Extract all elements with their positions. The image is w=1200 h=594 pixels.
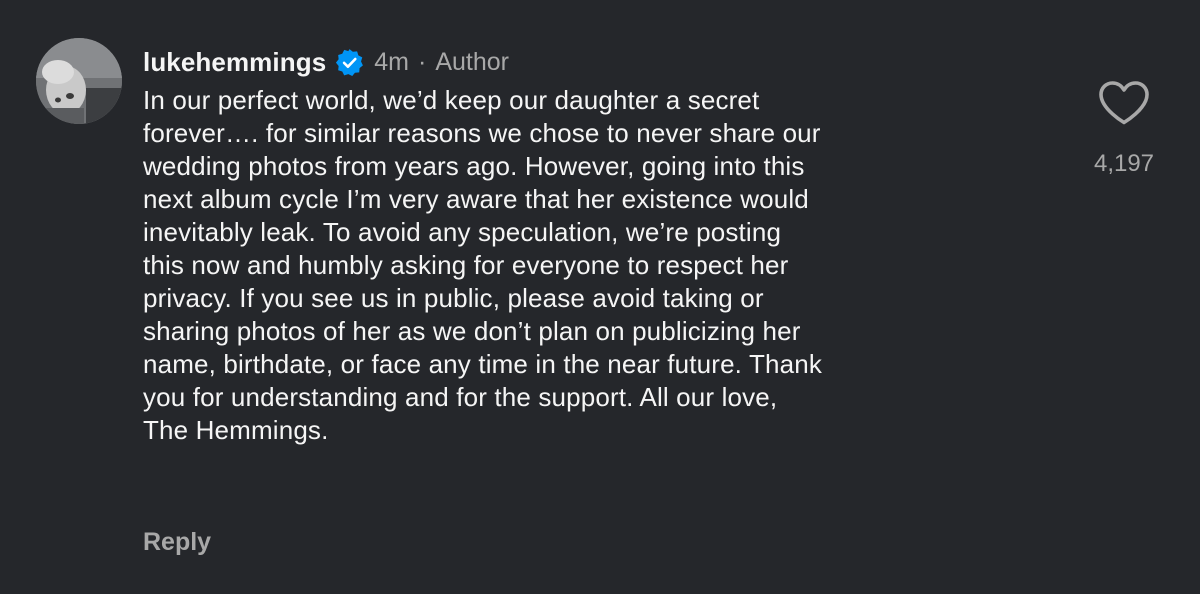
comment-text-line: forever…. for similar reasons we chose t… [143, 118, 821, 148]
comment-text-line: The Hemmings. [143, 415, 329, 445]
comment-text-line: inevitably leak. To avoid any speculatio… [143, 217, 782, 247]
comment-text-line: name, birthdate, or face any time in the… [143, 349, 822, 379]
comment-content: lukehemmings 4m · Author In our perfect … [143, 40, 1063, 447]
comment-text-line: wedding photos from years ago. However, … [143, 151, 805, 181]
comment-text-line: sharing photos of her as we don’t plan o… [143, 316, 801, 346]
verified-badge-icon [336, 48, 364, 76]
like-count: 4,197 [1093, 150, 1155, 177]
username[interactable]: lukehemmings [143, 47, 326, 78]
separator-dot: · [418, 47, 427, 76]
timestamp: 4m [374, 47, 409, 76]
comment-text-line: In our perfect world, we’d keep our daug… [143, 85, 760, 115]
reply-button[interactable]: Reply [143, 528, 211, 557]
heart-outline-icon[interactable] [1098, 80, 1150, 126]
avatar[interactable] [36, 38, 122, 124]
comment-text-line: next album cycle I’m very aware that her… [143, 184, 809, 214]
avatar-photo [36, 38, 122, 124]
comment-text-line: you for understanding and for the suppor… [143, 382, 778, 412]
comment-text-line: this now and humbly asking for everyone … [143, 250, 789, 280]
comment-header: lukehemmings 4m · Author [143, 40, 1063, 84]
comment: lukehemmings 4m · Author In our perfect … [0, 0, 1200, 594]
comment-text-line: privacy. If you see us in public, please… [143, 283, 764, 313]
comment-text: In our perfect world, we’d keep our daug… [143, 84, 1063, 447]
author-label: Author [435, 47, 509, 76]
